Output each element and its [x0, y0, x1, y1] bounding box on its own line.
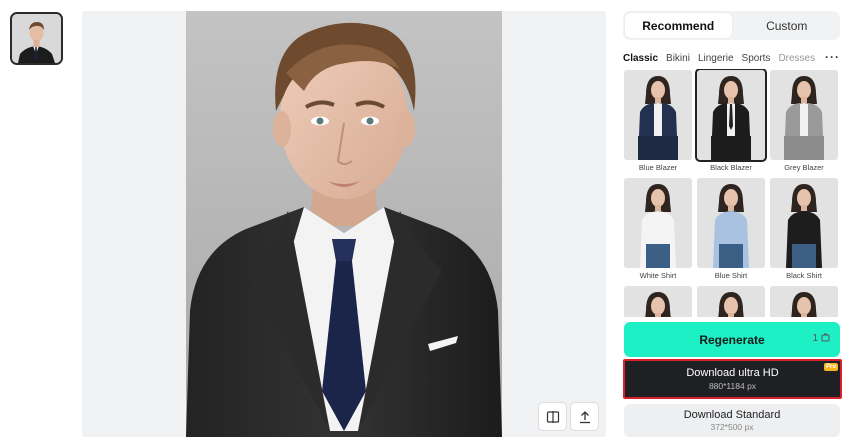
- style-preview-image: [770, 178, 838, 268]
- preview-canvas: [82, 11, 606, 437]
- style-card[interactable]: Black Shirt: [770, 178, 838, 280]
- style-preview-image: [624, 286, 692, 317]
- photo-thumbnail[interactable]: [10, 12, 63, 65]
- style-card-label: Black Blazer: [710, 163, 752, 172]
- category-lingerie[interactable]: Lingerie: [698, 53, 734, 64]
- tab-recommend[interactable]: Recommend: [625, 13, 732, 38]
- more-categories-icon[interactable]: ···: [825, 50, 840, 64]
- style-preview-image: [624, 70, 692, 160]
- style-card-label: Blue Blazer: [638, 163, 678, 172]
- style-preview-image: [697, 286, 765, 317]
- compare-icon: [546, 410, 559, 423]
- category-bar: Classic Bikini Lingerie Sports Dresses ·…: [623, 50, 840, 66]
- generated-portrait: [186, 11, 502, 437]
- regenerate-label: Regenerate: [699, 332, 765, 347]
- style-preview-svg: [624, 70, 692, 160]
- style-preview-svg: [697, 286, 765, 317]
- style-preview-svg: [770, 286, 838, 317]
- category-sports[interactable]: Sports: [742, 53, 771, 64]
- style-preview-svg: [770, 178, 838, 268]
- style-preview-image: [624, 178, 692, 268]
- style-preview-image: [770, 286, 838, 317]
- style-preview-svg: [624, 178, 692, 268]
- style-preview-svg: [624, 286, 692, 317]
- app-root: Recommend Custom Classic Bikini Lingerie…: [0, 0, 850, 444]
- style-card-label: Grey Blazer: [784, 163, 824, 172]
- download-standard-size: 372*500 px: [710, 422, 754, 432]
- portrait-image: [186, 11, 502, 437]
- style-card-label: White Shirt: [639, 271, 677, 280]
- download-standard-button[interactable]: Download Standard 372*500 px: [624, 404, 840, 437]
- style-grid: Blue Blazer Black Blazer Grey Blazer White …: [623, 69, 840, 317]
- style-card[interactable]: Blue Shirt: [697, 178, 765, 280]
- download-standard-label: Download Standard: [683, 409, 781, 421]
- credit-count: 1: [813, 333, 830, 344]
- pro-badge: Pro: [823, 363, 838, 371]
- style-preview-svg: [697, 178, 765, 268]
- style-preview-image: [697, 178, 765, 268]
- portrait-thumbnail-image: [12, 14, 61, 63]
- style-preview-image: [695, 69, 767, 162]
- style-card-label: Blue Shirt: [714, 271, 748, 280]
- category-bikini[interactable]: Bikini: [666, 53, 690, 64]
- style-card[interactable]: [697, 286, 765, 317]
- compare-button[interactable]: [538, 402, 567, 431]
- download-ultra-hd-button[interactable]: Pro Download ultra HD 880*1184 px: [623, 359, 842, 399]
- style-card-label: Black Shirt: [786, 271, 822, 280]
- style-preview-svg: [770, 70, 838, 160]
- category-classic[interactable]: Classic: [623, 53, 658, 64]
- mode-tabs: Recommend Custom: [623, 11, 840, 40]
- style-preview-image: [770, 70, 838, 160]
- regenerate-button[interactable]: Regenerate 1: [624, 322, 840, 357]
- credit-count-value: 1: [812, 333, 819, 344]
- style-card[interactable]: [770, 286, 838, 317]
- export-button[interactable]: [570, 402, 599, 431]
- tab-custom[interactable]: Custom: [734, 11, 841, 40]
- credit-icon: [821, 333, 830, 342]
- style-card[interactable]: Grey Blazer: [770, 70, 838, 172]
- style-card[interactable]: White Shirt: [624, 178, 692, 280]
- download-ultra-hd-size: 880*1184 px: [708, 381, 757, 391]
- category-dresses[interactable]: Dresses: [778, 53, 815, 64]
- style-card[interactable]: Blue Blazer: [624, 70, 692, 172]
- upload-icon: [579, 410, 590, 423]
- style-preview-svg: [697, 70, 765, 160]
- style-card[interactable]: Black Blazer: [695, 69, 767, 172]
- style-card[interactable]: [624, 286, 692, 317]
- download-ultra-hd-label: Download ultra HD: [686, 367, 779, 379]
